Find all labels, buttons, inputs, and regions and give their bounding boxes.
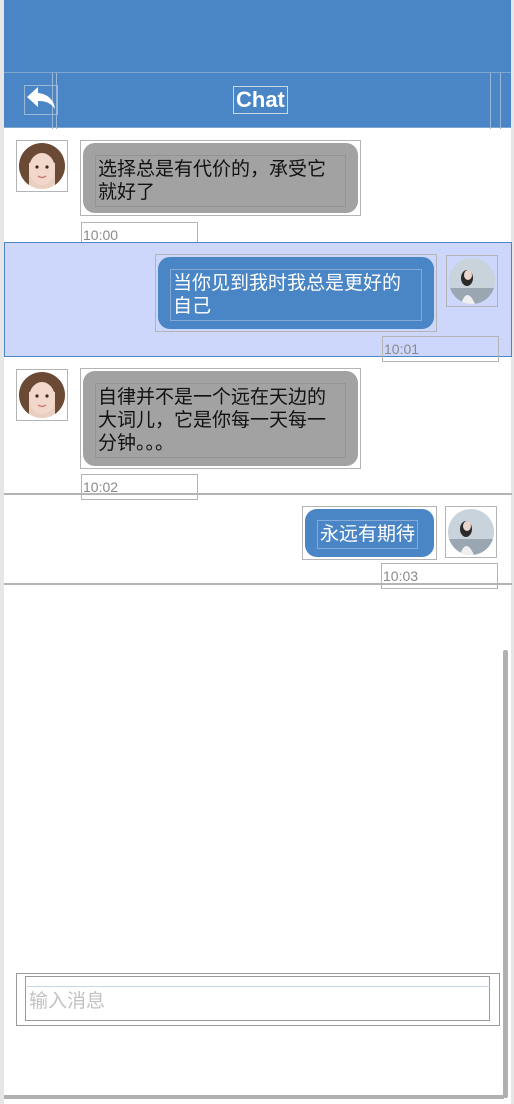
nav-bar: Chat (4, 72, 511, 129)
message-bubble-frame: 当你见到我时我总是更好的自己 (155, 254, 437, 332)
avatar[interactable] (16, 369, 68, 421)
message-bubble[interactable]: 选择总是有代价的，承受它就好了 (83, 143, 358, 213)
message-input[interactable] (27, 986, 490, 1014)
message-text: 选择总是有代价的，承受它就好了 (95, 155, 346, 207)
message-text: 自律并不是一个远在天边的大词儿，它是你每一天每一分钟。。。 (95, 383, 346, 458)
message-bubble[interactable]: 自律并不是一个远在天边的大词儿，它是你每一天每一分钟。。。 (83, 371, 358, 466)
message-bubble-frame: 自律并不是一个远在天边的大词儿，它是你每一天每一分钟。。。 (80, 368, 361, 469)
message-bubble-frame: 永远有期待 (302, 506, 437, 560)
message-row[interactable]: 选择总是有代价的，承受它就好了 10:00 (4, 130, 512, 248)
avatar-self-image (449, 258, 495, 304)
message-row[interactable]: 自律并不是一个远在天边的大词儿，它是你每一天每一分钟。。。 10:02 (4, 357, 512, 500)
message-bubble[interactable]: 当你见到我时我总是更好的自己 (158, 257, 434, 329)
message-time: 10:03 (381, 563, 498, 589)
status-bar (4, 0, 511, 72)
page-title: Chat (233, 86, 288, 114)
message-row[interactable]: 永远有期待 10:03 (4, 495, 512, 589)
back-button[interactable] (24, 85, 58, 115)
avatar-female-image (19, 143, 65, 189)
message-text: 永远有期待 (317, 520, 419, 549)
avatar-female-image (19, 372, 65, 418)
message-bubble[interactable]: 永远有期待 (305, 509, 434, 557)
nav-guide (490, 73, 491, 129)
avatar[interactable] (16, 140, 68, 192)
nav-guide (500, 73, 501, 129)
message-bubble-frame: 选择总是有代价的，承受它就好了 (80, 140, 361, 216)
avatar[interactable] (445, 506, 497, 558)
message-text: 当你见到我时我总是更好的自己 (170, 269, 422, 321)
bottom-scroll-track (4, 1095, 504, 1099)
avatar[interactable] (446, 255, 498, 307)
avatar-self-image (448, 509, 494, 555)
composer (16, 973, 500, 1026)
message-row-selected[interactable]: 当你见到我时我总是更好的自己 10:01 (4, 242, 512, 362)
back-arrow-icon (25, 85, 57, 115)
scrollbar[interactable] (503, 650, 508, 1098)
